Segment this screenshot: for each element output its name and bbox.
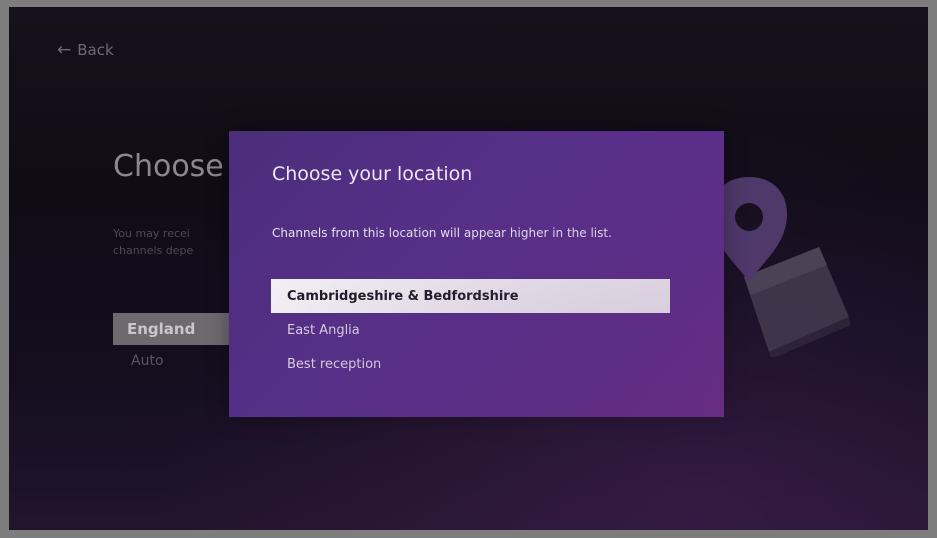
option-east-anglia[interactable]: East Anglia (271, 313, 670, 347)
background-region-list: England Auto (113, 313, 243, 369)
option-cambridgeshire-bedfordshire[interactable]: Cambridgeshire & Bedfordshire (271, 279, 670, 313)
location-options: Cambridgeshire & Bedfordshire East Angli… (271, 279, 670, 381)
dialog-description: Channels from this location will appear … (272, 226, 612, 240)
arrow-left-icon: ← (57, 39, 72, 60)
location-dialog: Choose your location Channels from this … (229, 131, 724, 417)
background-region-england[interactable]: England (113, 313, 243, 345)
dialog-title: Choose your location (272, 163, 473, 185)
background-region-auto[interactable]: Auto (113, 345, 243, 369)
screenshot-frame: ← Back Choose You may recei channels dep… (0, 0, 937, 538)
tv-screen: ← Back Choose You may recei channels dep… (9, 7, 928, 530)
location-pin-map-icon (710, 177, 851, 357)
back-label: Back (77, 41, 114, 59)
back-button[interactable]: ← Back (57, 41, 114, 59)
background-page-title: Choose (113, 149, 224, 184)
option-best-reception[interactable]: Best reception (271, 347, 670, 381)
background-page-description: You may recei channels depe (113, 227, 194, 257)
